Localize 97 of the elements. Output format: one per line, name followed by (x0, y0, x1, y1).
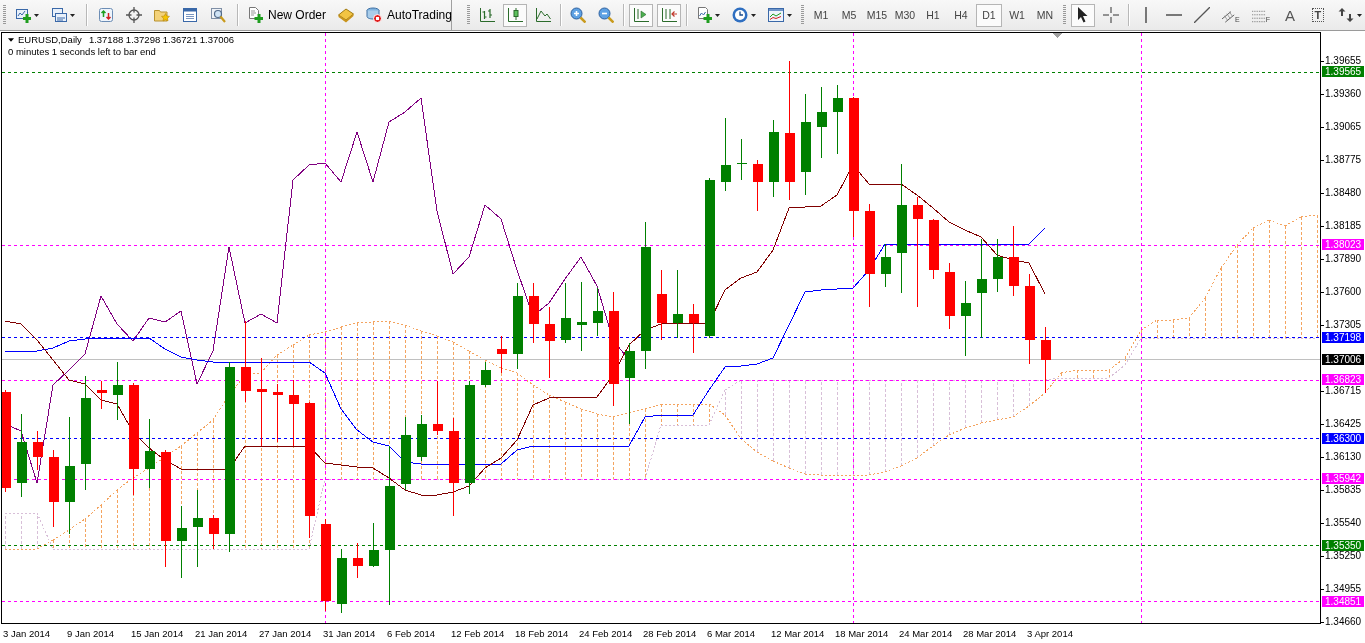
date-label: 27 Jan 2014 (259, 628, 312, 639)
clock-icon (732, 7, 748, 23)
timeframe-button[interactable]: M5 (836, 3, 862, 27)
date-label: 12 Mar 2014 (771, 628, 825, 639)
dotted-lines-icon (1251, 9, 1266, 23)
symbol-title: EURUSD,Daily (18, 34, 82, 46)
auto-trading-button[interactable]: AutoTrading (362, 3, 456, 27)
cursor-button[interactable] (1071, 3, 1095, 27)
text-button[interactable]: A (1277, 3, 1302, 27)
candlestick-icon (507, 7, 523, 23)
price-label: 1.34955 (1321, 583, 1362, 594)
diamond-icon (338, 7, 354, 23)
price-label: 1.35250 (1321, 550, 1362, 561)
bar-countdown: 0 minutes 1 seconds left to bar end (8, 46, 156, 58)
date-label: 15 Jan 2014 (131, 628, 184, 639)
date-label: 6 Mar 2014 (707, 628, 756, 639)
windows-icon (51, 7, 67, 23)
candle-chart-button[interactable] (503, 3, 527, 27)
template-icon (768, 7, 784, 23)
grip-icon[interactable] (1063, 5, 1066, 25)
price-label: 1.34660 (1321, 617, 1362, 628)
price-label: 1.37600 (1321, 286, 1362, 297)
price-tag: 1.37198 (1322, 332, 1364, 343)
bar-chart-icon (479, 7, 495, 23)
triangle-marker-icon[interactable] (1052, 33, 1062, 38)
price-label: 1.35835 (1321, 485, 1362, 496)
date-label: 18 Mar 2014 (835, 628, 889, 639)
chart-shift-icon (661, 7, 677, 23)
date-label: 31 Jan 2014 (323, 628, 376, 639)
ohlc-values: 1.37188 1.37298 1.36721 1.37006 (88, 34, 235, 46)
price-label: 1.39360 (1321, 89, 1362, 100)
date-label: 21 Jan 2014 (195, 628, 248, 639)
price-label: 1.38185 (1321, 221, 1362, 232)
price-tag: 1.36300 (1322, 432, 1364, 444)
date-label: 9 Jan 2014 (67, 628, 114, 639)
timeframe-button[interactable]: H4 (948, 3, 974, 27)
folder-star-icon (154, 7, 170, 23)
timeframe-button[interactable]: M30 (892, 3, 918, 27)
date-label: 28 Feb 2014 (643, 628, 697, 639)
grip-icon[interactable] (801, 5, 804, 25)
cylinder-stop-icon (366, 7, 382, 23)
chart-shift-button[interactable] (657, 3, 681, 27)
price-tag: 1.34851 (1322, 595, 1364, 607)
hatched-lines-icon (1222, 9, 1235, 23)
price-tag: 1.35942 (1322, 473, 1364, 485)
price-tag: 1.36823 (1322, 374, 1364, 386)
price-label: 1.36130 (1321, 451, 1362, 462)
magnifier-icon (210, 7, 226, 23)
zoom-out-icon (598, 7, 614, 23)
price-label: 1.39065 (1321, 122, 1362, 133)
price-label: 1.36715 (1321, 386, 1362, 397)
date-label: 3 Apr 2014 (1027, 628, 1073, 639)
zoom-in-icon (570, 7, 586, 23)
timeframe-button[interactable]: D1 (976, 3, 1002, 27)
price-label: 1.38480 (1321, 188, 1362, 198)
auto-scroll-button[interactable] (629, 3, 653, 27)
scroll-end-icon (633, 7, 649, 23)
price-tag: 1.35350 (1322, 539, 1364, 551)
timeframe-button[interactable]: M15 (864, 3, 890, 27)
price-label: 1.39655 (1321, 56, 1362, 67)
arrows-icon (1337, 7, 1354, 23)
line-chart-icon (535, 7, 551, 23)
horizontal-line-icon (1166, 14, 1182, 16)
timeframe-button[interactable]: W1 (1004, 3, 1030, 27)
timeframe-button[interactable]: H1 (920, 3, 946, 27)
diagonal-line-icon (1194, 7, 1210, 23)
price-tag: 1.38023 (1322, 239, 1364, 251)
price-tag: 1.37006 (1322, 353, 1364, 365)
triangle-icon[interactable] (8, 38, 14, 42)
up-down-arrows-icon (98, 7, 114, 23)
date-label: 12 Feb 2014 (451, 628, 505, 639)
date-label: 3 Jan 2014 (3, 628, 50, 639)
cursor-icon (1078, 7, 1088, 23)
crosshair-circle-icon (126, 7, 142, 23)
date-label: 24 Feb 2014 (579, 628, 633, 639)
grip-icon[interactable] (3, 5, 6, 25)
crosshair-icon (1103, 7, 1119, 23)
price-label: 1.36425 (1321, 418, 1362, 429)
new-order-button[interactable]: New Order (243, 3, 330, 27)
timeframe-button[interactable]: M1 (808, 3, 834, 27)
price-label: 1.37305 (1321, 319, 1362, 330)
price-label: 1.35540 (1321, 518, 1362, 529)
text-label-button[interactable]: T (1305, 3, 1330, 27)
date-label: 18 Feb 2014 (515, 628, 569, 639)
vertical-line-icon (1145, 7, 1147, 23)
document-plus-icon (696, 7, 712, 23)
grip-icon[interactable] (467, 5, 470, 25)
price-label: 1.38775 (1321, 154, 1362, 165)
date-label: 24 Mar 2014 (899, 628, 953, 639)
list-window-icon (182, 7, 198, 23)
document-plus-icon (247, 7, 263, 23)
chart-plus-icon (15, 7, 31, 23)
timeframe-button[interactable]: MN (1032, 3, 1058, 27)
price-tag: 1.39565 (1322, 66, 1364, 78)
date-label: 6 Feb 2014 (387, 628, 436, 639)
date-label: 28 Mar 2014 (963, 628, 1017, 639)
price-label: 1.37890 (1321, 254, 1362, 265)
